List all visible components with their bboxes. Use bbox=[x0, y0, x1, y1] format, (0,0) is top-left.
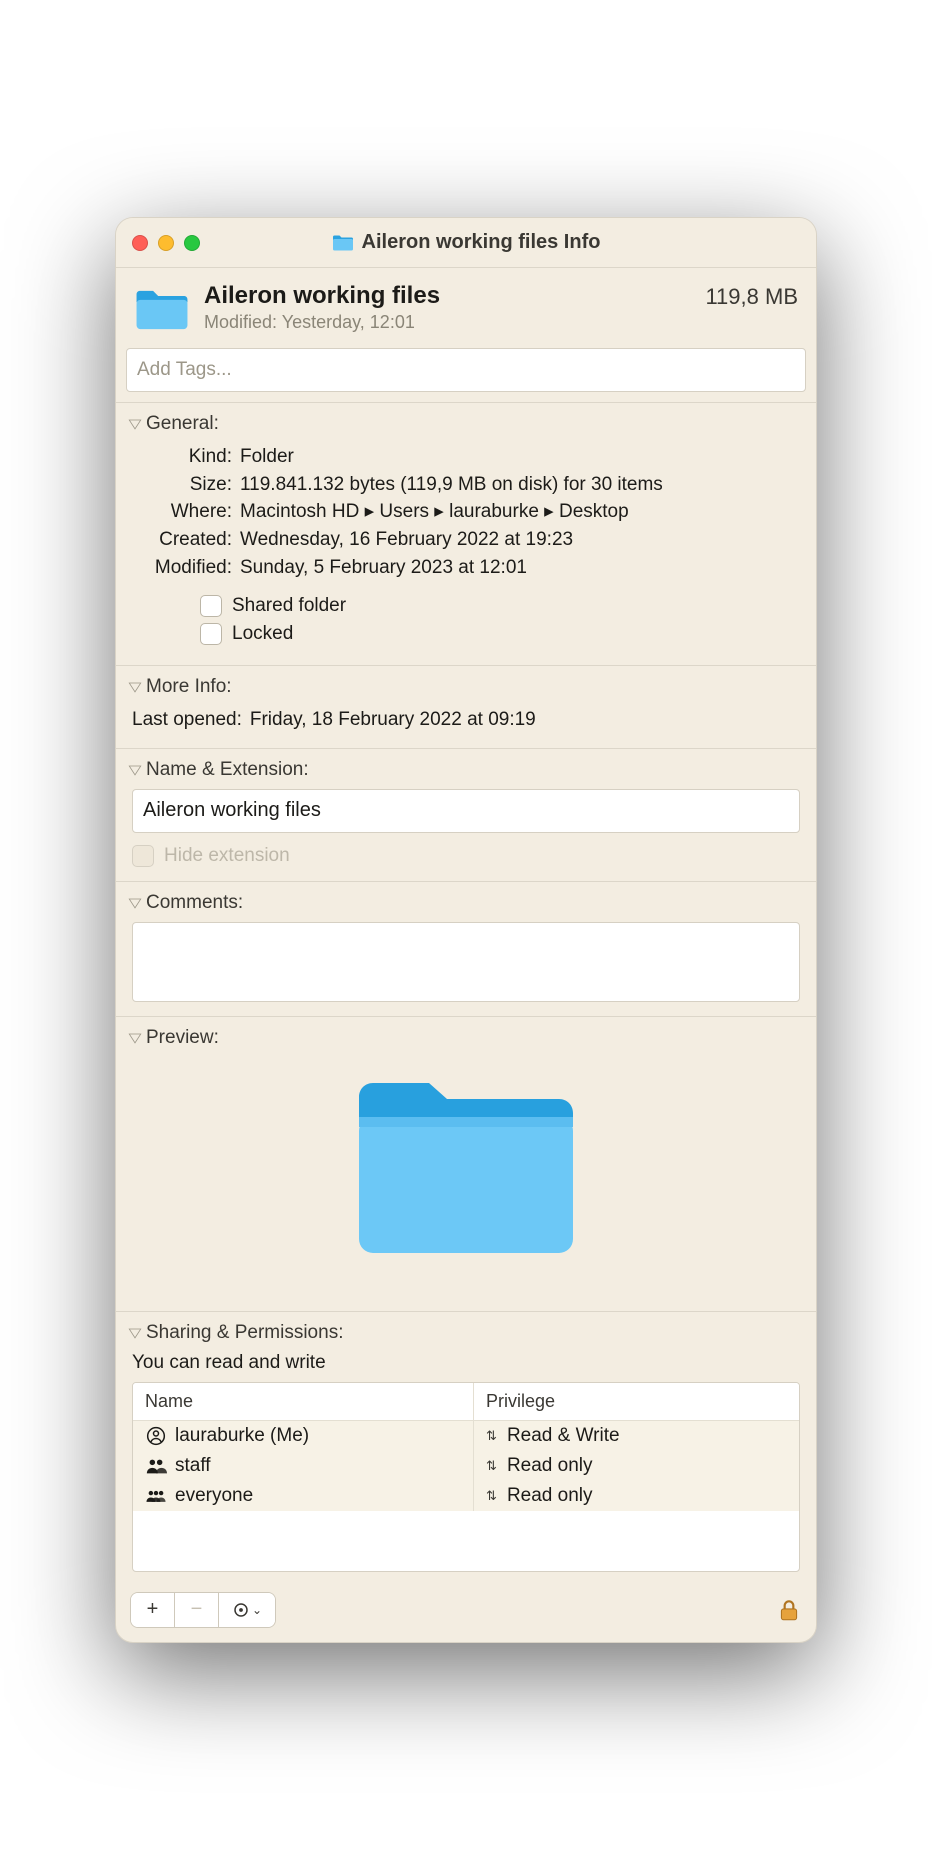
section-moreinfo-body: Last opened: Friday, 18 February 2022 at… bbox=[116, 704, 816, 748]
section-comments-title: Comments: bbox=[146, 892, 243, 914]
header: Aileron working files Modified: Yesterda… bbox=[116, 268, 816, 348]
col-privilege-header[interactable]: Privilege bbox=[474, 1383, 799, 1420]
permissions-table: Name Privilege lauraburke (Me) ⇅ Read & Wr… bbox=[132, 1382, 800, 1572]
section-sharing-title: Sharing & Permissions: bbox=[146, 1322, 343, 1344]
chevron-down-icon: ▽ bbox=[129, 762, 142, 778]
shared-folder-checkbox[interactable] bbox=[200, 595, 222, 617]
permission-name: lauraburke (Me) bbox=[175, 1425, 309, 1447]
size-label: Size: bbox=[132, 471, 232, 499]
where-value: Macintosh HD ▸ Users ▸ lauraburke ▸ Desk… bbox=[240, 498, 800, 526]
gear-icon bbox=[232, 1601, 250, 1619]
window-title-text: Aileron working files Info bbox=[362, 231, 601, 254]
section-moreinfo-header[interactable]: ▽ More Info: bbox=[116, 665, 816, 704]
permission-privilege[interactable]: Read only bbox=[507, 1485, 593, 1507]
user-icon bbox=[145, 1426, 167, 1446]
tags-input[interactable]: Add Tags... bbox=[126, 348, 806, 392]
chevron-down-icon: ▽ bbox=[129, 1030, 142, 1046]
add-user-button[interactable]: + bbox=[131, 1593, 175, 1627]
permission-privilege[interactable]: Read & Write bbox=[507, 1425, 620, 1447]
last-opened-value: Friday, 18 February 2022 at 09:19 bbox=[250, 706, 800, 734]
traffic-lights bbox=[132, 235, 200, 251]
titlebar: Aileron working files Info bbox=[116, 218, 816, 268]
chevron-down-icon: ▽ bbox=[129, 895, 142, 911]
where-label: Where: bbox=[132, 498, 232, 526]
group-icon bbox=[145, 1456, 167, 1476]
tags-row: Add Tags... bbox=[116, 348, 816, 402]
minimize-button[interactable] bbox=[158, 235, 174, 251]
item-modified: Modified: Yesterday, 12:01 bbox=[204, 312, 691, 333]
chevron-down-icon: ▽ bbox=[129, 679, 142, 695]
modified-label: Modified: bbox=[132, 554, 232, 582]
permission-status: You can read and write bbox=[132, 1352, 800, 1382]
kind-value: Folder bbox=[240, 443, 800, 471]
section-general-title: General: bbox=[146, 413, 219, 435]
sort-icon[interactable]: ⇅ bbox=[486, 1458, 497, 1474]
section-preview-header[interactable]: ▽ Preview: bbox=[116, 1016, 816, 1055]
permissions-actions: + − ⌄ bbox=[130, 1592, 276, 1628]
shared-folder-label: Shared folder bbox=[232, 595, 346, 617]
section-nameext-header[interactable]: ▽ Name & Extension: bbox=[116, 748, 816, 787]
section-nameext-title: Name & Extension: bbox=[146, 759, 309, 781]
sort-icon[interactable]: ⇅ bbox=[486, 1488, 497, 1504]
lock-icon[interactable] bbox=[776, 1597, 802, 1623]
window-title: Aileron working files Info bbox=[116, 231, 816, 254]
get-info-window: Aileron working files Info Aileron worki… bbox=[115, 217, 817, 1642]
section-general-body: Kind: Folder Size: 119.841.132 bytes (119,… bbox=[116, 441, 816, 665]
section-sharing-body: You can read and write Name Privilege la… bbox=[116, 1350, 816, 1586]
locked-label: Locked bbox=[232, 623, 293, 645]
last-opened-label: Last opened: bbox=[132, 706, 242, 734]
created-value: Wednesday, 16 February 2022 at 19:23 bbox=[240, 526, 800, 554]
locked-checkbox[interactable] bbox=[200, 623, 222, 645]
chevron-down-icon: ⌄ bbox=[252, 1603, 262, 1617]
hide-extension-checkbox bbox=[132, 845, 154, 867]
group-icon bbox=[145, 1486, 167, 1506]
close-button[interactable] bbox=[132, 235, 148, 251]
permissions-row[interactable]: everyone ⇅ Read only bbox=[133, 1481, 799, 1511]
permissions-row[interactable]: staff ⇅ Read only bbox=[133, 1451, 799, 1481]
name-extension-input[interactable] bbox=[132, 789, 800, 833]
section-comments-body bbox=[116, 920, 816, 1016]
item-size: 119,8 MB bbox=[705, 282, 798, 310]
section-general-header[interactable]: ▽ General: bbox=[116, 402, 816, 441]
hide-extension-label: Hide extension bbox=[164, 845, 290, 867]
zoom-button[interactable] bbox=[184, 235, 200, 251]
folder-icon bbox=[332, 234, 354, 252]
created-label: Created: bbox=[132, 526, 232, 554]
section-moreinfo-title: More Info: bbox=[146, 676, 232, 698]
permission-name: everyone bbox=[175, 1485, 253, 1507]
section-preview-title: Preview: bbox=[146, 1027, 219, 1049]
section-preview-body bbox=[116, 1055, 816, 1311]
comments-input[interactable] bbox=[132, 922, 800, 1002]
remove-user-button: − bbox=[175, 1593, 219, 1627]
sort-icon[interactable]: ⇅ bbox=[486, 1428, 497, 1444]
permissions-row[interactable]: lauraburke (Me) ⇅ Read & Write bbox=[133, 1421, 799, 1451]
section-comments-header[interactable]: ▽ Comments: bbox=[116, 881, 816, 920]
bottom-toolbar: + − ⌄ bbox=[116, 1586, 816, 1642]
chevron-down-icon: ▽ bbox=[129, 1325, 142, 1341]
size-value: 119.841.132 bytes (119,9 MB on disk) for… bbox=[240, 471, 800, 499]
kind-label: Kind: bbox=[132, 443, 232, 471]
modified-value: Sunday, 5 February 2023 at 12:01 bbox=[240, 554, 800, 582]
action-menu-button[interactable]: ⌄ bbox=[219, 1593, 275, 1627]
permissions-table-header: Name Privilege bbox=[133, 1383, 799, 1421]
permission-name: staff bbox=[175, 1455, 211, 1477]
preview-folder-icon bbox=[341, 1067, 591, 1267]
col-name-header[interactable]: Name bbox=[133, 1383, 474, 1420]
section-nameext-body: Hide extension bbox=[116, 787, 816, 881]
folder-icon bbox=[134, 282, 190, 338]
chevron-down-icon: ▽ bbox=[129, 416, 142, 432]
item-name: Aileron working files bbox=[204, 282, 691, 310]
section-sharing-header[interactable]: ▽ Sharing & Permissions: bbox=[116, 1311, 816, 1350]
permission-privilege[interactable]: Read only bbox=[507, 1455, 593, 1477]
